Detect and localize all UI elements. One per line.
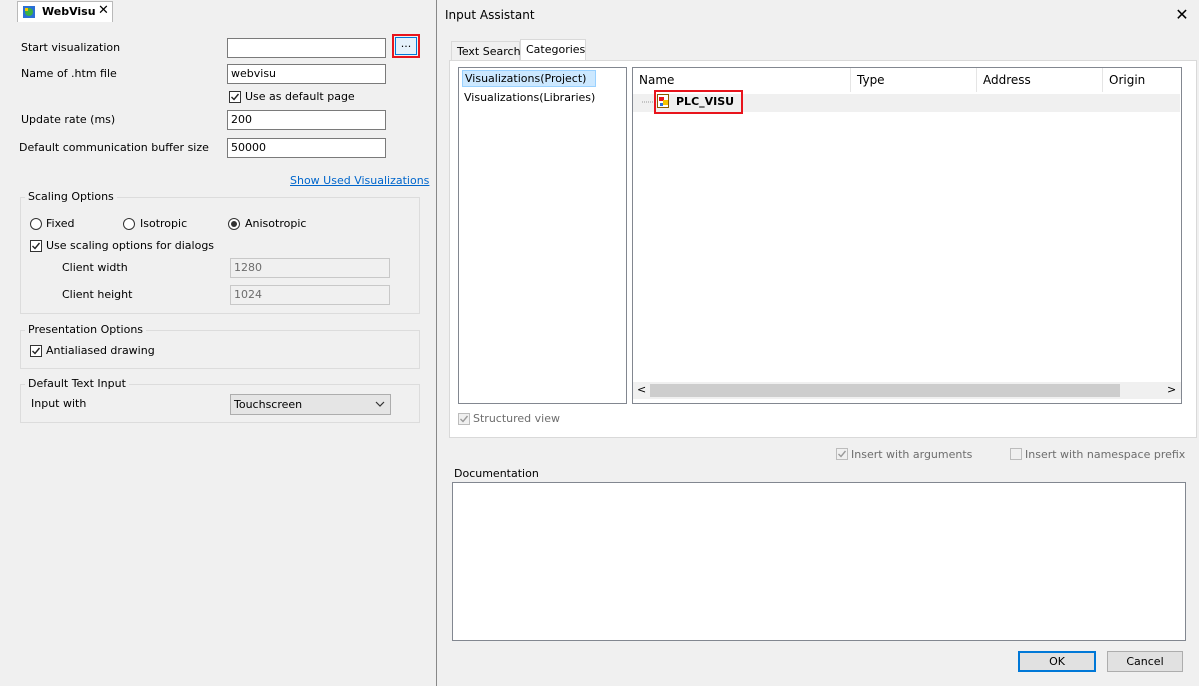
scrollbar-thumb[interactable] <box>650 384 1120 397</box>
chevron-down-icon <box>375 401 385 407</box>
update-rate-input[interactable]: 200 <box>227 110 386 130</box>
isotropic-label: Isotropic <box>140 217 188 230</box>
structured-view-label: Structured view <box>473 412 560 425</box>
insert-with-arguments-label: Insert with arguments <box>851 448 973 461</box>
structured-view-checkbox[interactable] <box>458 413 470 425</box>
insert-with-namespace-label: Insert with namespace prefix <box>1025 448 1186 461</box>
start-visualization-input[interactable] <box>227 38 386 58</box>
close-tab-icon[interactable]: ✕ <box>98 3 109 18</box>
checkmark-icon <box>460 415 469 423</box>
scroll-left-icon[interactable]: < <box>637 383 646 396</box>
isotropic-radio[interactable] <box>123 218 135 230</box>
start-visualization-label: Start visualization <box>21 41 121 54</box>
antialiased-label: Antialiased drawing <box>46 344 155 357</box>
documentation-area[interactable] <box>452 482 1186 641</box>
checkmark-icon <box>32 242 41 250</box>
default-page-label: Use as default page <box>245 90 355 103</box>
client-width-label: Client width <box>62 261 128 274</box>
htm-file-input[interactable]: webvisu <box>227 64 386 84</box>
column-header-name[interactable]: Name <box>633 68 851 92</box>
scroll-right-icon[interactable]: > <box>1167 383 1176 396</box>
input-with-value: Touchscreen <box>234 398 303 411</box>
webvisu-icon <box>23 6 35 18</box>
text-input-title: Default Text Input <box>25 377 129 390</box>
category-item-project[interactable]: Visualizations(Project) <box>462 70 596 87</box>
scaling-options-title: Scaling Options <box>25 190 117 203</box>
client-height-input[interactable]: 1024 <box>230 285 390 305</box>
checkmark-icon <box>32 347 41 355</box>
anisotropic-radio[interactable] <box>228 218 240 230</box>
update-rate-label: Update rate (ms) <box>21 113 116 126</box>
antialiased-checkbox[interactable] <box>30 345 42 357</box>
insert-with-namespace-checkbox[interactable] <box>1010 448 1022 460</box>
anisotropic-label: Anisotropic <box>245 217 307 230</box>
editor-tab-webvisu[interactable]: WebVisu ✕ <box>17 1 113 22</box>
insert-with-arguments-checkbox[interactable] <box>836 448 848 460</box>
dialog-title: Input Assistant <box>445 8 535 22</box>
client-width-input[interactable]: 1280 <box>230 258 390 278</box>
buffer-size-input[interactable]: 50000 <box>227 138 386 158</box>
column-header-origin[interactable]: Origin <box>1103 68 1181 92</box>
cancel-button[interactable]: Cancel <box>1107 651 1183 672</box>
htm-file-label: Name of .htm file <box>21 67 117 80</box>
checkmark-icon <box>838 450 847 458</box>
documentation-label: Documentation <box>454 467 539 480</box>
ok-button[interactable]: OK <box>1018 651 1096 672</box>
fixed-label: Fixed <box>46 217 75 230</box>
plc-visu-name[interactable]: PLC_VISU <box>676 95 734 108</box>
default-page-checkbox[interactable] <box>229 91 241 103</box>
use-scaling-dialogs-label: Use scaling options for dialogs <box>46 239 215 252</box>
visualization-icon <box>657 94 669 108</box>
use-scaling-dialogs-checkbox[interactable] <box>30 240 42 252</box>
client-height-label: Client height <box>62 288 133 301</box>
input-with-select[interactable]: Touchscreen <box>230 394 391 415</box>
column-header-type[interactable]: Type <box>851 68 977 92</box>
results-grid: Name Type Address Origin <box>632 67 1182 404</box>
buffer-size-label: Default communication buffer size <box>19 141 209 154</box>
dialog-close-icon[interactable]: ✕ <box>1174 5 1190 24</box>
column-header-address[interactable]: Address <box>977 68 1103 92</box>
tab-categories[interactable]: Categories <box>520 39 586 61</box>
category-item-libraries[interactable]: Visualizations(Libraries) <box>462 90 597 105</box>
browse-button[interactable]: ... <box>395 37 417 55</box>
category-list: Visualizations(Project) Visualizations(L… <box>458 67 627 404</box>
show-used-visualizations-link[interactable]: Show Used Visualizations <box>290 174 429 187</box>
input-with-label: Input with <box>31 397 87 410</box>
fixed-radio[interactable] <box>30 218 42 230</box>
editor-tab-title: WebVisu <box>42 5 96 18</box>
radio-selected-dot <box>231 221 237 227</box>
presentation-options-title: Presentation Options <box>25 323 147 336</box>
tab-text-search[interactable]: Text Search <box>451 41 521 61</box>
checkmark-icon <box>231 93 240 101</box>
